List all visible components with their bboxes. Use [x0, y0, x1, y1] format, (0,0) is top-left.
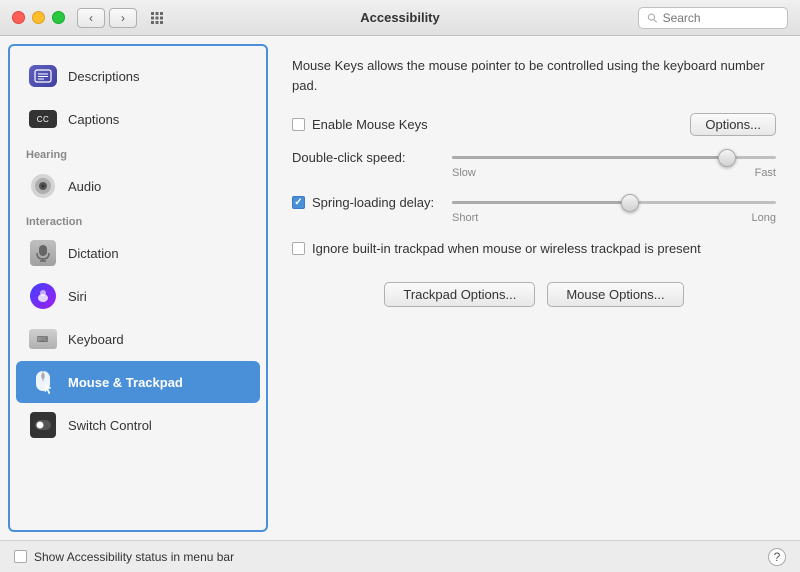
ignore-trackpad-checkbox[interactable]: [292, 242, 305, 255]
mouse-trackpad-label: Mouse & Trackpad: [68, 375, 183, 390]
dictation-label: Dictation: [68, 246, 119, 261]
spring-loading-short: Short: [452, 212, 478, 224]
captions-icon: CC: [28, 104, 58, 134]
descriptions-icon: [28, 61, 58, 91]
mouse-options-button[interactable]: Mouse Options...: [547, 282, 683, 307]
enable-mouse-keys-label[interactable]: Enable Mouse Keys: [292, 117, 428, 132]
sidebar: Descriptions CC Captions Hearing: [8, 44, 268, 532]
switch-icon: [28, 410, 58, 440]
window-title: Accessibility: [360, 10, 440, 25]
sidebar-item-descriptions[interactable]: Descriptions: [16, 55, 260, 97]
double-click-slider-container: [452, 156, 776, 159]
double-click-fast: Fast: [755, 167, 776, 179]
enable-mouse-keys-checkbox[interactable]: [292, 118, 305, 131]
sidebar-item-dictation[interactable]: Dictation: [16, 232, 260, 274]
sidebar-item-siri[interactable]: Siri: [16, 275, 260, 317]
back-button[interactable]: ‹: [77, 8, 105, 28]
spring-loading-label[interactable]: Spring-loading delay:: [292, 195, 442, 210]
help-button[interactable]: ?: [768, 548, 786, 566]
siri-icon: [28, 281, 58, 311]
audio-label: Audio: [68, 179, 101, 194]
spring-loading-section: Spring-loading delay: Short Long: [292, 195, 776, 224]
sidebar-item-captions[interactable]: CC Captions: [16, 98, 260, 140]
close-button[interactable]: [12, 11, 25, 24]
spring-loading-row: Spring-loading delay:: [292, 195, 776, 210]
double-click-row: Double-click speed:: [292, 150, 776, 165]
audio-icon: [28, 171, 58, 201]
show-status-checkbox[interactable]: [14, 550, 27, 563]
double-click-label: Double-click speed:: [292, 150, 442, 165]
keyboard-icon: ⌨: [28, 324, 58, 354]
double-click-range: Slow Fast: [452, 167, 776, 179]
search-icon: [647, 12, 658, 24]
hearing-category: Hearing: [10, 141, 266, 164]
spring-loading-text: Spring-loading delay:: [312, 195, 434, 210]
ignore-trackpad-row: Ignore built-in trackpad when mouse or w…: [292, 240, 776, 258]
content-panel: Mouse Keys allows the mouse pointer to b…: [268, 36, 800, 540]
enable-mouse-keys-row: Enable Mouse Keys Options...: [292, 113, 776, 136]
nav-buttons: ‹ ›: [77, 8, 137, 28]
ignore-trackpad-text: Ignore built-in trackpad when mouse or w…: [312, 240, 701, 258]
captions-label: Captions: [68, 112, 119, 127]
search-input[interactable]: [663, 11, 779, 25]
bottom-buttons: Trackpad Options... Mouse Options...: [292, 282, 776, 307]
sidebar-item-mouse-trackpad[interactable]: Mouse & Trackpad: [16, 361, 260, 403]
double-click-thumb[interactable]: [718, 149, 736, 167]
forward-button[interactable]: ›: [109, 8, 137, 28]
titlebar: ‹ › Accessibility: [0, 0, 800, 36]
sidebar-item-switch-control[interactable]: Switch Control: [16, 404, 260, 446]
content-description: Mouse Keys allows the mouse pointer to b…: [292, 56, 772, 95]
spring-loading-checkbox[interactable]: [292, 196, 305, 209]
sidebar-item-audio[interactable]: Audio: [16, 165, 260, 207]
main-window: Descriptions CC Captions Hearing: [0, 36, 800, 540]
double-click-slow: Slow: [452, 167, 476, 179]
spring-loading-track: [452, 201, 776, 204]
double-click-section: Double-click speed: Slow Fast: [292, 150, 776, 179]
keyboard-label: Keyboard: [68, 332, 124, 347]
minimize-button[interactable]: [32, 11, 45, 24]
spring-loading-fill: [452, 201, 630, 204]
double-click-fill: [452, 156, 727, 159]
switch-control-label: Switch Control: [68, 418, 152, 433]
spring-loading-thumb[interactable]: [621, 194, 639, 212]
spring-loading-long: Long: [752, 212, 776, 224]
mouse-icon: [28, 367, 58, 397]
interaction-category: Interaction: [10, 208, 266, 231]
maximize-button[interactable]: [52, 11, 65, 24]
trackpad-options-button[interactable]: Trackpad Options...: [384, 282, 535, 307]
siri-label: Siri: [68, 289, 87, 304]
grid-button[interactable]: [143, 8, 171, 28]
traffic-lights: [12, 11, 65, 24]
show-status-label[interactable]: Show Accessibility status in menu bar: [14, 550, 234, 564]
spring-loading-slider-container: [452, 201, 776, 204]
descriptions-label: Descriptions: [68, 69, 140, 84]
dictation-icon: [28, 238, 58, 268]
show-status-text: Show Accessibility status in menu bar: [34, 550, 234, 564]
sidebar-item-keyboard[interactable]: ⌨ Keyboard: [16, 318, 260, 360]
search-box[interactable]: [638, 7, 788, 29]
double-click-track: [452, 156, 776, 159]
options-button[interactable]: Options...: [690, 113, 776, 136]
enable-mouse-keys-text: Enable Mouse Keys: [312, 117, 428, 132]
spring-loading-range: Short Long: [452, 212, 776, 224]
bottom-bar: Show Accessibility status in menu bar ?: [0, 540, 800, 572]
